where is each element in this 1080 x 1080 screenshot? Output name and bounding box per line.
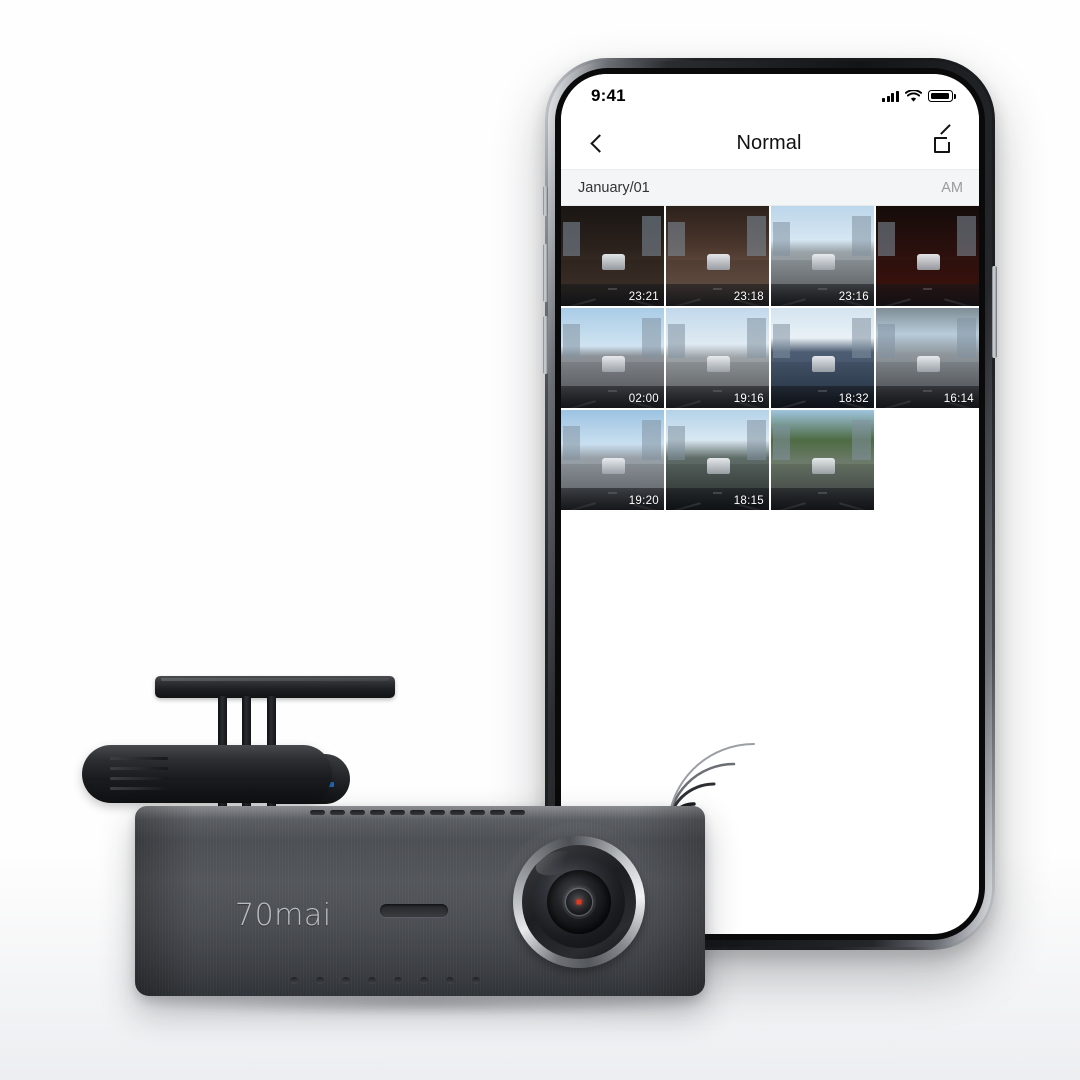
mute-switch[interactable] xyxy=(543,186,548,216)
body-shading-left xyxy=(135,806,195,996)
thumbnail-timestamp: 18:32 xyxy=(838,392,869,405)
status-time: 9:41 xyxy=(591,86,626,105)
thumbnail-timestamp: 23:16 xyxy=(838,290,869,303)
video-thumbnail[interactable]: 19:20 xyxy=(561,409,664,510)
thumbnail-timestamp: 18:15 xyxy=(733,494,764,507)
video-thumbnail[interactable]: 23:16 xyxy=(771,206,874,306)
page-title: Normal xyxy=(736,132,802,154)
volume-up-button[interactable] xyxy=(543,244,548,302)
video-thumbnail[interactable]: 23:21 xyxy=(561,206,664,306)
video-thumbnail[interactable]: 23:18 xyxy=(666,206,769,306)
speaker-slot xyxy=(380,904,448,917)
power-button[interactable] xyxy=(992,266,997,358)
video-thumbnail[interactable] xyxy=(771,409,874,510)
video-thumbnail[interactable]: 19:16 xyxy=(666,307,769,408)
battery-icon xyxy=(928,90,956,102)
date-header: January/01 AM xyxy=(561,170,979,206)
video-thumbnail[interactable]: 18:32 xyxy=(771,307,874,408)
date-label: January/01 xyxy=(578,179,650,196)
video-thumbnail[interactable] xyxy=(876,206,979,306)
edit-compose-icon[interactable] xyxy=(933,124,957,156)
bottom-vent-row xyxy=(290,977,490,986)
top-vent-row xyxy=(310,810,525,817)
camera-lens xyxy=(499,822,659,982)
thumbnail-timestamp: 23:21 xyxy=(628,290,659,303)
thumbnail-timestamp: 19:20 xyxy=(628,494,659,507)
period-label: AM xyxy=(941,179,963,196)
product-scene: 9:41 Normal January/01 AM 23:21 23:18 23… xyxy=(0,0,1080,1080)
dashcam-body: 70mai xyxy=(135,806,705,996)
thumbnail-timestamp: 19:16 xyxy=(733,392,764,405)
recording-indicator-dot xyxy=(576,899,582,905)
brand-logo: 70mai xyxy=(235,898,332,933)
video-thumbnail-grid: 23:21 23:18 23:16 02:00 19:16 18:32 16:14 19:20… xyxy=(561,206,979,510)
mount-plate xyxy=(155,676,395,698)
nav-bar: Normal xyxy=(561,118,979,170)
video-thumbnail[interactable]: 18:15 xyxy=(666,409,769,510)
status-bar: 9:41 xyxy=(561,74,979,118)
thumbnail-timestamp: 16:14 xyxy=(943,392,974,405)
camera-module xyxy=(82,745,332,803)
chevron-left-icon[interactable] xyxy=(585,132,609,156)
wifi-icon xyxy=(905,89,922,102)
video-thumbnail[interactable]: 02:00 xyxy=(561,307,664,408)
status-icons xyxy=(882,89,956,103)
video-thumbnail[interactable]: 16:14 xyxy=(876,307,979,408)
thumbnail-timestamp: 23:18 xyxy=(733,290,764,303)
thumbnail-timestamp: 02:00 xyxy=(628,392,659,405)
dashcam-device: 70mai xyxy=(60,660,740,1060)
signal-bars-icon xyxy=(882,90,899,102)
volume-down-button[interactable] xyxy=(543,316,548,374)
